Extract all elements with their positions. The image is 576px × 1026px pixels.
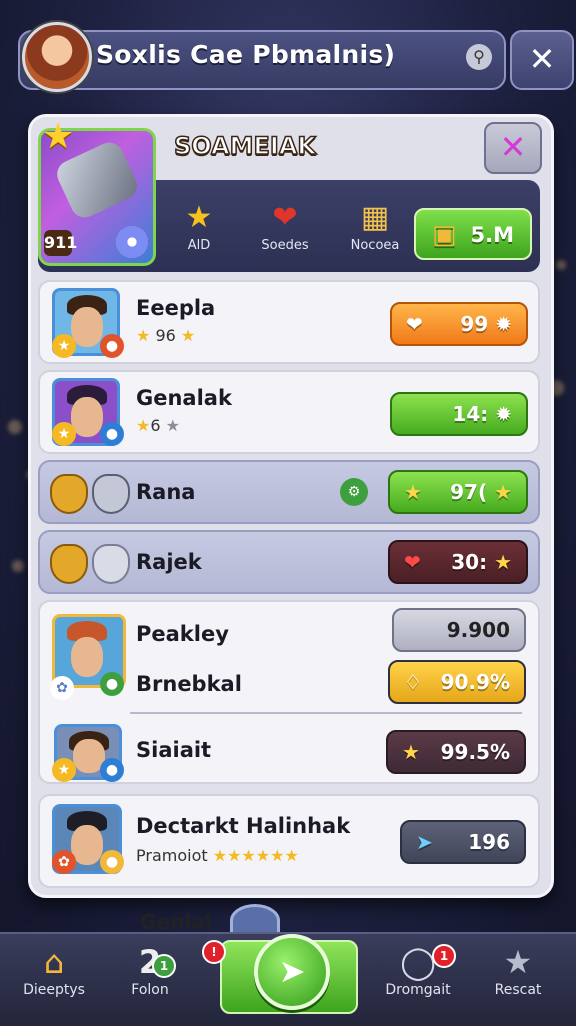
player-name: Eeepla — [136, 296, 216, 320]
coins-value: 5.M — [470, 223, 515, 247]
stat-heart: ❤ Soedes — [250, 200, 320, 253]
player-name: Siaiait — [136, 738, 212, 762]
screen-title: Soxlis Cae Pbmalnis) — [96, 40, 396, 69]
score-pill[interactable]: ➤ 196 — [400, 820, 526, 864]
flower-icon: ✿ — [50, 676, 74, 700]
shield-icon — [50, 474, 88, 514]
number-icon: 2 — [138, 943, 162, 981]
star-icon: ★ — [404, 480, 422, 504]
score-pill[interactable]: ★ 97( ★ — [388, 470, 528, 514]
coins-button[interactable]: ▣ 5.M — [414, 208, 532, 260]
stat-label: Nocoea — [350, 238, 400, 253]
nav-rescat[interactable]: ★ Rescat — [468, 942, 568, 998]
peek-label: Genlal — [140, 910, 212, 934]
notification-badge: ! — [202, 940, 226, 964]
close-panel-button[interactable]: ✕ — [484, 122, 542, 174]
nav-label: Folon — [131, 982, 169, 998]
score-pill[interactable]: ❤ 30: ★ — [388, 540, 528, 584]
divider — [130, 712, 522, 714]
heart-icon: ❤ — [404, 550, 421, 574]
card-icon: ▦ — [360, 200, 390, 235]
player-name: Brnebkal — [136, 672, 242, 696]
runner-icon: ➤ — [416, 830, 433, 854]
rank-badge-icon: ● — [100, 758, 124, 782]
nav-label: Dromgait — [385, 982, 451, 998]
rank-badge-icon: ● — [100, 672, 124, 696]
star-icon: ★ — [503, 943, 533, 981]
heart-icon: ❤ — [272, 200, 298, 235]
shield-icon — [50, 544, 88, 584]
play-button[interactable]: ➤ — [254, 934, 330, 1010]
home-icon: ⌂ — [43, 943, 65, 981]
score-pill[interactable]: ❤ 99 ✹ — [390, 302, 528, 346]
shield-icon: ♢ — [404, 670, 422, 694]
nav-label: Rescat — [494, 982, 542, 998]
gear-icon: ⚙ — [340, 478, 368, 506]
gold-chest-icon: ▣ — [432, 220, 457, 250]
nav-label: Dieeptys — [23, 982, 85, 998]
player-rating: ★6 ★ — [136, 416, 180, 435]
gem-icon — [116, 226, 148, 258]
player-name: Dectarkt Halinhak — [136, 814, 351, 838]
star-icon: ★ — [185, 200, 213, 235]
rank-badge-icon: ● — [100, 334, 124, 358]
shield-icon: ❤ — [406, 312, 423, 336]
hero-level-badge: 911 — [44, 230, 77, 256]
player-rating: Pramoiot ★★★★★★ — [136, 846, 299, 865]
player-name: Rana — [136, 480, 196, 504]
search-icon[interactable]: ⚲ — [466, 44, 492, 70]
score-pill[interactable]: ★ 99.5% — [386, 730, 526, 774]
player-avatar[interactable] — [22, 22, 92, 92]
player-name: Rajek — [136, 550, 202, 574]
star-icon: ★ — [402, 740, 420, 764]
player-name: Genalak — [136, 386, 232, 410]
rank-badge-icon: ● — [100, 850, 124, 874]
stat-label: AlD — [187, 238, 211, 253]
star-badge-icon: ★ — [52, 334, 76, 358]
stat-star: ★ AlD — [164, 200, 234, 253]
score-pill[interactable]: 14: ✹ — [390, 392, 528, 436]
score-pill[interactable]: 9.900 — [392, 608, 526, 652]
player-rating: ★ 96 ★ — [136, 326, 196, 345]
star-badge-icon: ★ — [52, 758, 76, 782]
rock-icon — [92, 544, 130, 584]
stat-label: Soedes — [261, 238, 309, 253]
score-pill[interactable]: ♢ 90.9% — [388, 660, 526, 704]
shield-icon — [92, 474, 130, 514]
flower-icon: ✿ — [52, 850, 76, 874]
star-badge-icon: ★ — [52, 422, 76, 446]
notification-badge: 1 — [152, 954, 176, 978]
rank-badge-icon: ● — [100, 422, 124, 446]
panel-title: SOAMEIAK — [173, 131, 317, 161]
nav-home[interactable]: ⌂ Dieeptys — [4, 942, 104, 998]
player-name: Peakley — [136, 622, 229, 646]
star-icon: ★ — [42, 116, 75, 157]
nav-folon[interactable]: 2 Folon — [100, 942, 200, 998]
stat-card: ▦ Nocoea — [340, 200, 410, 253]
arrow-icon: ➤ — [278, 952, 306, 990]
close-screen-button[interactable]: ✕ — [510, 30, 574, 90]
notification-badge: 1 — [432, 944, 456, 968]
